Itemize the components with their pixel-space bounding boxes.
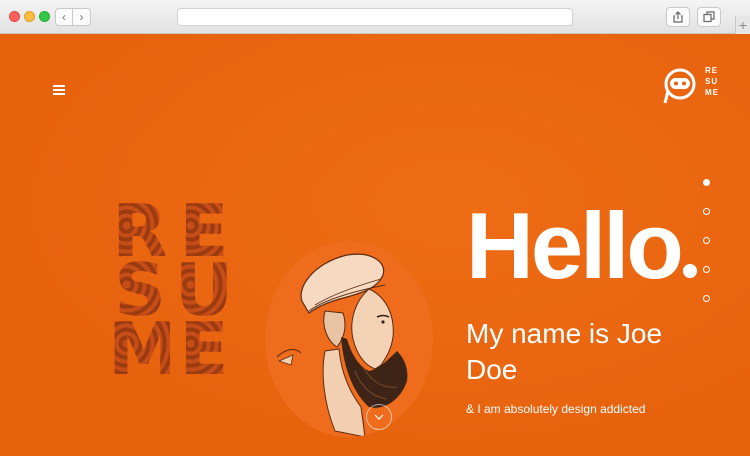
hero-heading: Hello (466, 196, 697, 296)
section-nav-dots (703, 179, 711, 324)
resume-hero-letters: RE SU ME (108, 195, 238, 385)
maximize-window-button[interactable] (39, 11, 50, 22)
section-dot-4[interactable] (703, 266, 710, 273)
forward-button[interactable]: › (73, 8, 91, 26)
chevron-left-icon: ‹ (62, 10, 66, 24)
browser-toolbar: ‹ › + (0, 0, 750, 34)
tabs-button[interactable] (697, 7, 721, 27)
hero-tagline: & I am absolutely design addicted (466, 402, 646, 416)
new-tab-button[interactable]: + (735, 16, 750, 34)
bearded-man-illustration (276, 253, 408, 437)
logo-icon (663, 68, 696, 104)
resume-landing-page: RE SU ME RE SU ME Hello My name is Joe D… (0, 34, 750, 456)
section-dot-2[interactable] (703, 208, 710, 215)
browser-window: ‹ › + RE SU ME R E S U M E Hello My name… (0, 0, 750, 456)
share-button[interactable] (666, 7, 690, 27)
menu-icon[interactable] (53, 85, 65, 96)
close-window-button[interactable] (9, 11, 20, 22)
minimize-window-button[interactable] (24, 11, 35, 22)
share-icon (673, 11, 683, 23)
plus-icon: + (738, 17, 748, 33)
section-dot-3[interactable] (703, 237, 710, 244)
chevron-down-icon (374, 414, 384, 420)
back-button[interactable]: ‹ (55, 8, 73, 26)
site-logo[interactable]: RE SU ME (661, 63, 721, 105)
logo-text: RE SU ME (705, 66, 719, 97)
section-dot-5[interactable] (703, 295, 710, 302)
hello-dot (682, 264, 697, 278)
section-dot-1[interactable] (703, 179, 710, 186)
portrait-illustration (265, 241, 433, 437)
hero-name: My name is Joe Doe (466, 318, 663, 385)
tabs-icon (703, 11, 715, 23)
scroll-down-button[interactable] (366, 404, 392, 430)
chevron-right-icon: › (79, 10, 84, 24)
address-bar[interactable] (177, 8, 573, 26)
